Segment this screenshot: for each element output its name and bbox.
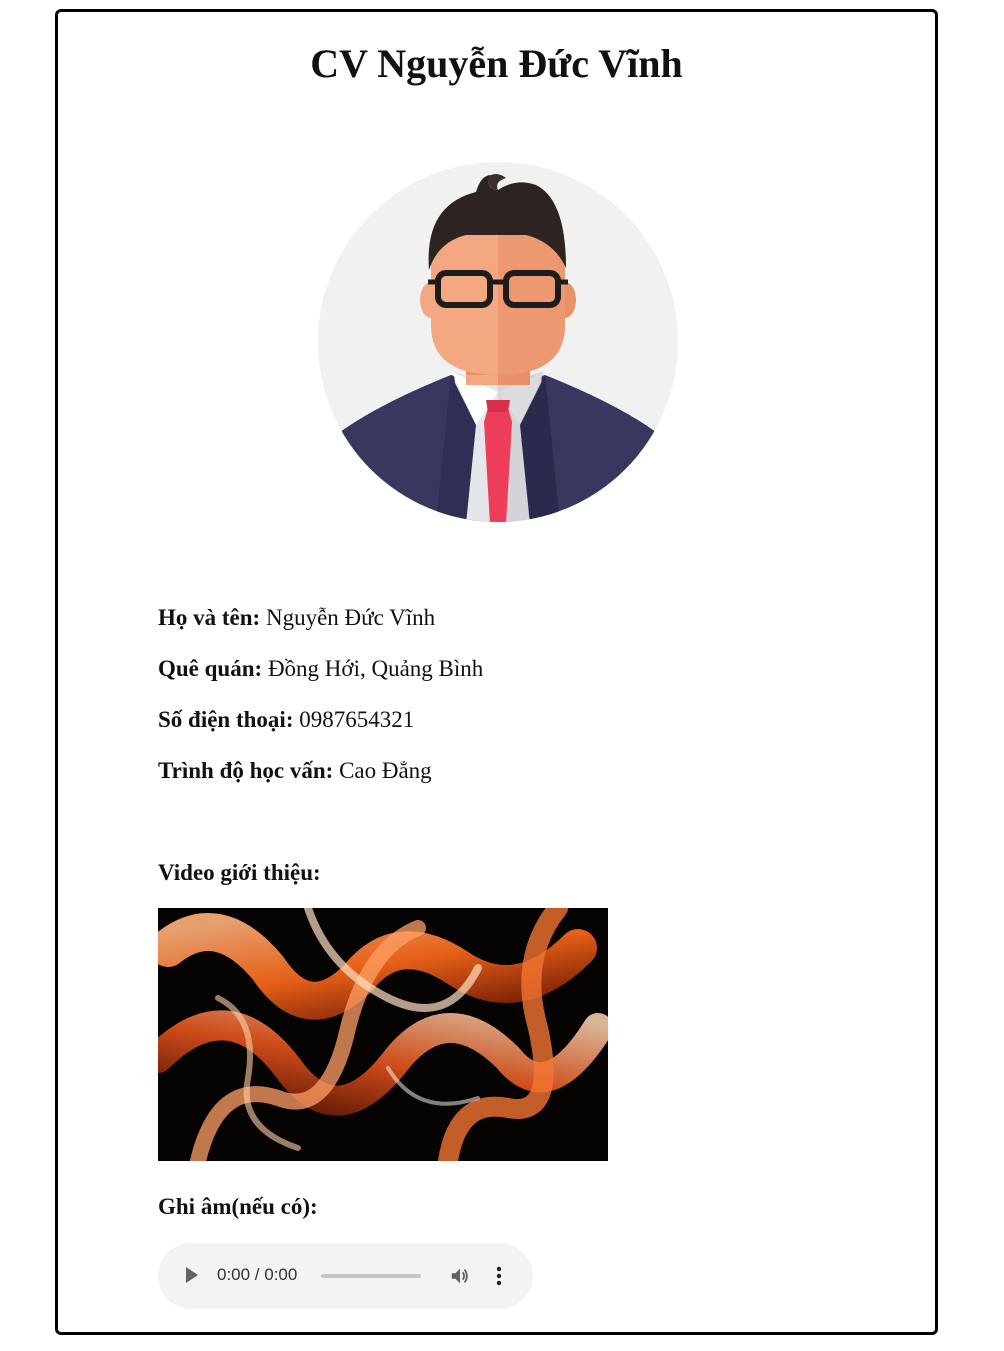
- audio-time: 0:00 / 0:00: [217, 1265, 298, 1284]
- avatar-man-suit-glasses-icon: [318, 162, 678, 522]
- video-label: Video giới thiệu:: [158, 860, 321, 885]
- audio-label: Ghi âm(nếu có):: [158, 1194, 318, 1219]
- info-value: Nguyễn Đức Vĩnh: [260, 605, 436, 630]
- info-row-education: Trình độ học vấn: Cao Đẳng: [158, 757, 432, 785]
- audio-progress-track[interactable]: [321, 1274, 421, 1278]
- info-label: Quê quán:: [158, 656, 263, 681]
- volume-icon[interactable]: [449, 1265, 471, 1287]
- info-value: 0987654321: [293, 707, 415, 732]
- video-frame: [158, 908, 608, 1161]
- intro-video-player[interactable]: [158, 908, 608, 1161]
- info-row-name: Họ và tên: Nguyễn Đức Vĩnh: [158, 604, 435, 632]
- more-options-icon[interactable]: [493, 1265, 505, 1287]
- info-label: Họ và tên:: [158, 605, 261, 630]
- info-value: Cao Đẳng: [333, 758, 432, 783]
- cv-card: CV Nguyễn Đức Vĩnh Họ và tên: Nguyễn Đức…: [55, 9, 938, 1335]
- info-label: Số điện thoại:: [158, 707, 294, 732]
- info-label: Trình độ học vấn:: [158, 758, 334, 783]
- page-title: CV Nguyễn Đức Vĩnh: [310, 41, 683, 86]
- info-row-hometown: Quê quán: Đồng Hới, Quảng Bình: [158, 655, 483, 683]
- play-icon[interactable]: [186, 1267, 198, 1283]
- info-value: Đồng Hới, Quảng Bình: [262, 656, 484, 681]
- info-row-phone: Số điện thoại: 0987654321: [158, 706, 414, 734]
- audio-player[interactable]: 0:00 / 0:00: [158, 1243, 533, 1309]
